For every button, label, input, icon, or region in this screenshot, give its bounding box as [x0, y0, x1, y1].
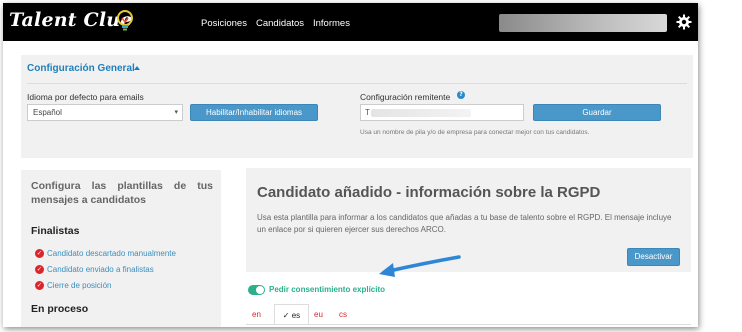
help-icon[interactable]: ?: [457, 91, 465, 99]
redacted-text: [371, 109, 471, 117]
top-navbar: Talent Clue Posiciones Candidatos Inform…: [3, 3, 698, 41]
consent-toggle[interactable]: [248, 285, 265, 295]
tab-lang-eu[interactable]: eu: [314, 310, 323, 319]
check-circle-icon: ✓: [35, 265, 44, 274]
sidebar-item-label: Cierre de posición: [47, 281, 112, 290]
gear-icon[interactable]: [676, 14, 692, 30]
toggle-knob: [256, 286, 264, 294]
check-circle-icon: ✓: [35, 249, 44, 258]
sidebar-item-enviado[interactable]: ✓ Candidato enviado a finalistas: [35, 265, 154, 274]
template-description: Usa esta plantilla para informar a los c…: [257, 213, 672, 234]
general-config-panel: Configuración General Idioma por defecto…: [21, 55, 693, 158]
sidebar-item-label: Candidato descartado manualmente: [47, 249, 176, 258]
nav-posiciones[interactable]: Posiciones: [201, 18, 247, 29]
nav-candidatos[interactable]: Candidatos: [256, 18, 304, 29]
app-window: Talent Clue Posiciones Candidatos Inform…: [3, 3, 698, 327]
tab-lang-cs[interactable]: cs: [339, 310, 347, 319]
nav-informes[interactable]: Informes: [313, 18, 350, 29]
toggle-languages-button[interactable]: Habilitar/Inhabilitar idiomas: [190, 104, 318, 121]
check-icon: ✓: [282, 311, 290, 320]
section-heading-en-proceso: En proceso: [31, 303, 89, 315]
lightbulb-icon: [117, 10, 133, 31]
annotation-arrow-icon: [379, 255, 461, 277]
section-heading-finalistas: Finalistas: [31, 225, 80, 237]
app-logo[interactable]: Talent Clue: [9, 9, 133, 31]
consent-toggle-label[interactable]: Pedir consentimiento explícito: [269, 285, 385, 294]
tab-lang-label: es: [291, 311, 301, 320]
sidebar-item-descartado[interactable]: ✓ Candidato descartado manualmente: [35, 249, 176, 258]
deactivate-button[interactable]: Desactivar: [627, 248, 680, 266]
template-sidebar: Configura las plantillas de tus mensajes…: [21, 170, 221, 327]
sidebar-title: Configura las plantillas de tus mensajes…: [31, 180, 213, 206]
check-circle-icon: ✓: [35, 281, 44, 290]
template-detail-panel: Candidato añadido - información sobre la…: [246, 168, 691, 272]
sidebar-item-cierre[interactable]: ✓ Cierre de posición: [35, 281, 111, 290]
language-label: Idioma por defecto para emails: [27, 92, 144, 102]
config-title[interactable]: Configuración General: [27, 63, 135, 74]
tab-lang-es[interactable]: ✓ es: [274, 304, 309, 325]
sender-input-value: T: [365, 108, 370, 117]
sidebar-item-label: Candidato enviado a finalistas: [47, 265, 154, 274]
template-title: Candidato añadido - información sobre la…: [257, 184, 601, 201]
sender-label: Configuración remitente: [360, 92, 451, 102]
chevron-down-icon: ▾: [174, 109, 178, 116]
user-account-box[interactable]: [499, 14, 667, 32]
divider: [27, 83, 687, 84]
language-select[interactable]: Español ▾: [27, 104, 183, 121]
caret-up-icon[interactable]: [134, 66, 140, 70]
save-button[interactable]: Guardar: [533, 104, 661, 121]
tab-lang-en[interactable]: en: [252, 310, 261, 319]
sender-input[interactable]: T: [360, 104, 524, 121]
tabs-divider: [246, 324, 691, 325]
language-select-value: Español: [33, 108, 62, 117]
sender-hint: Usa un nombre de pila y/o de empresa par…: [360, 129, 590, 136]
